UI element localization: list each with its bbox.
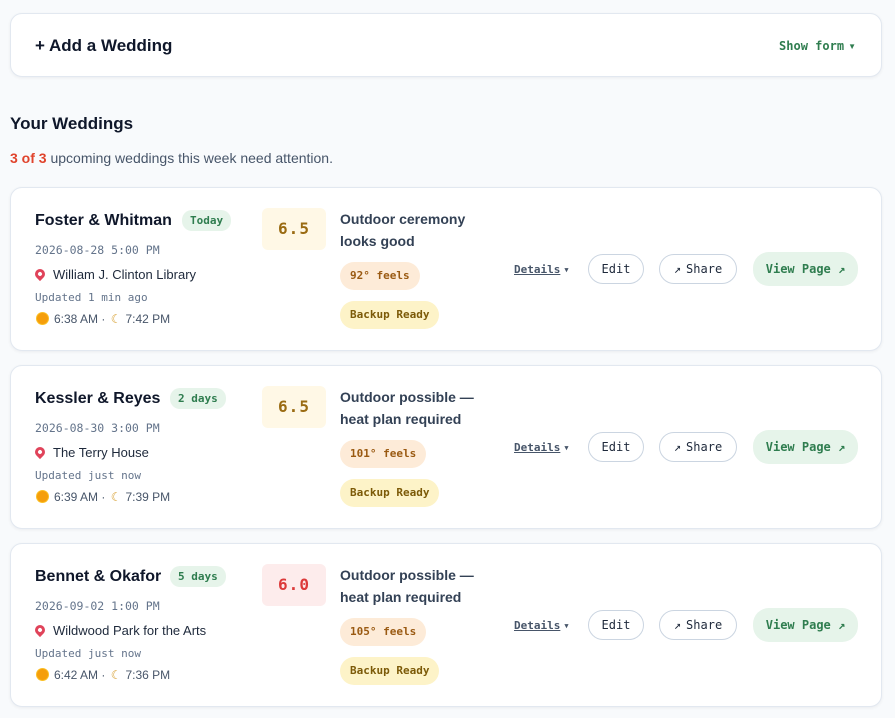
wedding-card: Kessler & Reyes 2 days 2026-08-30 3:00 P… — [10, 365, 882, 529]
share-arrow-icon: ↗ — [673, 440, 682, 454]
couple-names: Foster & Whitman — [35, 212, 172, 229]
feels-like-badge: 101° feels — [340, 440, 427, 468]
venue: Wildwood Park for the Arts — [32, 622, 207, 638]
chevron-down-icon: ▼ — [564, 444, 569, 452]
sunset-time: 7:42 PM — [125, 312, 171, 326]
event-datetime: 2026-09-02 1:00 PM — [35, 599, 160, 613]
details-label: Details — [514, 263, 561, 276]
view-page-label: View Page — [765, 262, 831, 276]
event-datetime: 2026-08-28 5:00 PM — [35, 243, 160, 257]
weather-score: 6.5 — [262, 386, 326, 428]
attention-count: 3 of 3 — [10, 150, 47, 166]
add-wedding-card: + Add a Wedding Show form ▼ — [10, 13, 882, 77]
attention-text: upcoming weddings this week need attenti… — [50, 150, 333, 166]
share-arrow-icon: ↗ — [673, 618, 682, 632]
view-page-button[interactable]: View Page ↗ — [753, 608, 858, 642]
venue-name: Wildwood Park for the Arts — [53, 623, 207, 638]
details-label: Details — [514, 619, 561, 632]
moon-icon: ☾ — [110, 490, 122, 504]
view-page-label: View Page — [765, 618, 831, 632]
external-link-icon: ↗ — [838, 618, 846, 632]
event-datetime: 2026-08-30 3:00 PM — [35, 421, 160, 435]
days-badge: 5 days — [170, 566, 226, 587]
details-toggle[interactable]: Details ▼ — [514, 441, 569, 454]
updated-time: Updated just now — [35, 647, 141, 660]
sunrise-time: 6:38 AM — [54, 312, 99, 326]
updated-time: Updated just now — [35, 469, 141, 482]
edit-button[interactable]: Edit — [588, 610, 644, 640]
venue: The Terry House — [32, 444, 149, 460]
verdict: Outdoor ceremony looks good — [340, 211, 466, 249]
feels-like-badge: 92° feels — [340, 262, 420, 290]
details-toggle[interactable]: Details ▼ — [514, 619, 569, 632]
share-button[interactable]: ↗ Share — [659, 254, 737, 284]
attention-summary: 3 of 3 upcoming weddings this week need … — [10, 150, 333, 166]
add-wedding-title[interactable]: + Add a Wedding — [35, 36, 172, 56]
couple-names: Kessler & Reyes — [35, 390, 161, 407]
external-link-icon: ↗ — [838, 440, 846, 454]
backup-status-badge: Backup Ready — [340, 479, 440, 507]
moon-icon: ☾ — [110, 668, 122, 682]
share-label: Share — [686, 262, 723, 276]
sunrise-time: 6:42 AM — [54, 668, 99, 682]
pin-icon — [32, 444, 48, 460]
external-link-icon: ↗ — [838, 262, 846, 276]
backup-status-badge: Backup Ready — [340, 657, 440, 685]
moon-icon: ☾ — [110, 312, 122, 326]
sunrise-icon — [37, 669, 48, 680]
show-form-toggle[interactable]: Show form ▼ — [779, 39, 856, 53]
chevron-down-icon: ▼ — [564, 622, 569, 630]
share-arrow-icon: ↗ — [673, 262, 682, 276]
venue: William J. Clinton Library — [32, 266, 197, 282]
pin-icon — [32, 266, 48, 282]
sun-times: 6:38 AM · ☾ 7:42 PM — [37, 312, 170, 326]
pin-icon — [32, 622, 48, 638]
sunset-time: 7:36 PM — [125, 668, 171, 682]
sunrise-icon — [37, 313, 48, 324]
sunrise-icon — [37, 491, 48, 502]
couple-names: Bennet & Okafor — [35, 568, 162, 585]
weather-score: 6.0 — [262, 564, 326, 606]
chevron-down-icon: ▼ — [564, 266, 569, 274]
feels-like-badge: 105° feels — [340, 618, 427, 646]
days-badge: Today — [182, 210, 232, 231]
days-badge: 2 days — [170, 388, 226, 409]
wedding-card: Foster & Whitman Today 2026-08-28 5:00 P… — [10, 187, 882, 351]
share-label: Share — [686, 440, 723, 454]
share-label: Share — [686, 618, 723, 632]
weather-score: 6.5 — [262, 208, 326, 250]
details-toggle[interactable]: Details ▼ — [514, 263, 569, 276]
backup-status-badge: Backup Ready — [340, 301, 440, 329]
updated-time: Updated 1 min ago — [35, 291, 148, 304]
sunset-time: 7:39 PM — [125, 490, 171, 504]
sun-times: 6:42 AM · ☾ 7:36 PM — [37, 668, 170, 682]
venue-name: William J. Clinton Library — [53, 267, 197, 282]
view-page-button[interactable]: View Page ↗ — [753, 252, 858, 286]
sunrise-time: 6:39 AM — [54, 490, 99, 504]
edit-button[interactable]: Edit — [588, 254, 644, 284]
section-title: Your Weddings — [10, 114, 134, 133]
chevron-down-icon: ▼ — [848, 42, 856, 51]
verdict: Outdoor possible — heat plan required — [340, 567, 474, 605]
share-button[interactable]: ↗ Share — [659, 432, 737, 462]
view-page-label: View Page — [765, 440, 831, 454]
edit-button[interactable]: Edit — [588, 432, 644, 462]
wedding-card: Bennet & Okafor 5 days 2026-09-02 1:00 P… — [10, 543, 882, 707]
show-form-label: Show form — [779, 39, 845, 53]
details-label: Details — [514, 441, 561, 454]
venue-name: The Terry House — [53, 445, 149, 460]
share-button[interactable]: ↗ Share — [659, 610, 737, 640]
verdict: Outdoor possible — heat plan required — [340, 389, 474, 427]
sun-times: 6:39 AM · ☾ 7:39 PM — [37, 490, 170, 504]
view-page-button[interactable]: View Page ↗ — [753, 430, 858, 464]
